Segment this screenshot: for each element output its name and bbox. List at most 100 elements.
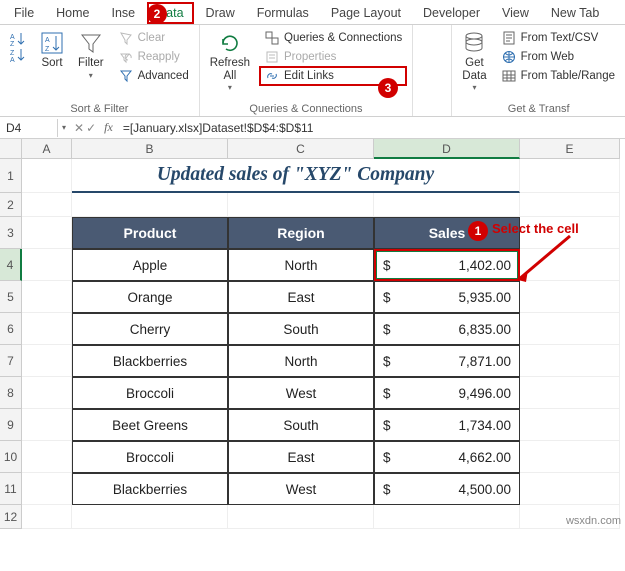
row-header-8[interactable]: 8	[0, 377, 22, 409]
cell-product[interactable]: Broccoli	[72, 441, 228, 473]
cell-C2[interactable]	[228, 193, 374, 217]
cell-E8[interactable]	[520, 377, 620, 409]
from-text-button[interactable]: From Text/CSV	[497, 29, 619, 47]
cell-C12[interactable]	[228, 505, 374, 529]
select-all-corner[interactable]	[0, 139, 22, 159]
cell-A7[interactable]	[22, 345, 72, 377]
header-region[interactable]: Region	[228, 217, 374, 249]
cell-E6[interactable]	[520, 313, 620, 345]
from-web-button[interactable]: From Web	[497, 48, 619, 66]
sort-button[interactable]: AZ Sort	[36, 29, 68, 72]
from-table-button[interactable]: From Table/Range	[497, 67, 619, 85]
tab-view[interactable]: View	[492, 2, 539, 24]
cell-product[interactable]: Apple	[72, 249, 228, 281]
col-header-B[interactable]: B	[72, 139, 228, 159]
cell-sales[interactable]: $6,835.00	[374, 313, 520, 345]
row-header-12[interactable]: 12	[0, 505, 22, 529]
row-header-3[interactable]: 3	[0, 217, 22, 249]
tab-home[interactable]: Home	[46, 2, 99, 24]
cell-B2[interactable]	[72, 193, 228, 217]
cell-A5[interactable]	[22, 281, 72, 313]
cell-A10[interactable]	[22, 441, 72, 473]
cell-E1[interactable]	[520, 159, 620, 193]
cell-E11[interactable]	[520, 473, 620, 505]
col-header-D[interactable]: D	[374, 139, 520, 159]
cell-A12[interactable]	[22, 505, 72, 529]
filter-button[interactable]: Filter ▾	[74, 29, 108, 82]
header-product[interactable]: Product	[72, 217, 228, 249]
row-header-6[interactable]: 6	[0, 313, 22, 345]
cell-E2[interactable]	[520, 193, 620, 217]
cell-A11[interactable]	[22, 473, 72, 505]
cell-A4[interactable]	[22, 249, 72, 281]
cell-region[interactable]: North	[228, 345, 374, 377]
queries-connections-button[interactable]: Queries & Connections	[260, 29, 406, 47]
cell-E9[interactable]	[520, 409, 620, 441]
sales-value: 6,835.00	[393, 322, 511, 337]
currency-symbol: $	[383, 450, 393, 465]
cell-region[interactable]: South	[228, 409, 374, 441]
cell-product[interactable]: Blackberries	[72, 345, 228, 377]
row-header-1[interactable]: 1	[0, 159, 22, 193]
cell-A8[interactable]	[22, 377, 72, 409]
cell-sales[interactable]: $5,935.00	[374, 281, 520, 313]
cell-sales[interactable]: $1,734.00	[374, 409, 520, 441]
cell-D12[interactable]	[374, 505, 520, 529]
tab-formulas[interactable]: Formulas	[247, 2, 319, 24]
col-header-A[interactable]: A	[22, 139, 72, 159]
tab-developer[interactable]: Developer	[413, 2, 490, 24]
cell-A3[interactable]	[22, 217, 72, 249]
cell-B12[interactable]	[72, 505, 228, 529]
cell-sales[interactable]: $4,662.00	[374, 441, 520, 473]
cell-region[interactable]: West	[228, 473, 374, 505]
funnel-icon	[79, 31, 103, 55]
cell-sales[interactable]: $7,871.00	[374, 345, 520, 377]
tab-draw[interactable]: Draw	[196, 2, 245, 24]
cell-region[interactable]: North	[228, 249, 374, 281]
row-header-4[interactable]: 4	[0, 249, 22, 281]
clear-label: Clear	[138, 32, 165, 44]
cell-D2[interactable]	[374, 193, 520, 217]
cell-A2[interactable]	[22, 193, 72, 217]
cell-E7[interactable]	[520, 345, 620, 377]
row-header-5[interactable]: 5	[0, 281, 22, 313]
cell-region[interactable]: East	[228, 281, 374, 313]
formula-input[interactable]: =[January.xlsx]Dataset!$D$4:$D$11	[117, 119, 625, 137]
clear-button: Clear	[114, 29, 193, 47]
refresh-all-button[interactable]: Refresh All ▾	[206, 29, 254, 95]
row-header-9[interactable]: 9	[0, 409, 22, 441]
cell-product[interactable]: Broccoli	[72, 377, 228, 409]
cell-product[interactable]: Blackberries	[72, 473, 228, 505]
col-header-E[interactable]: E	[520, 139, 620, 159]
cell-sales[interactable]: $4,500.00	[374, 473, 520, 505]
fx-icon[interactable]: fx	[100, 120, 117, 135]
cell-sales[interactable]: $1,402.00	[374, 249, 520, 281]
row-header-2[interactable]: 2	[0, 193, 22, 217]
cell-A6[interactable]	[22, 313, 72, 345]
tab-page-layout[interactable]: Page Layout	[321, 2, 411, 24]
tab-newtab[interactable]: New Tab	[541, 2, 609, 24]
cell-product[interactable]: Cherry	[72, 313, 228, 345]
namebox-dropdown-icon[interactable]: ▾	[58, 123, 70, 132]
sort-az-button[interactable]: AZ ZA	[6, 29, 30, 65]
title-cell[interactable]: Updated sales of "XYZ" Company	[72, 159, 520, 193]
row-header-7[interactable]: 7	[0, 345, 22, 377]
cell-region[interactable]: South	[228, 313, 374, 345]
cell-product[interactable]: Beet Greens	[72, 409, 228, 441]
cell-A1[interactable]	[22, 159, 72, 193]
tab-insert[interactable]: Inse	[102, 2, 146, 24]
col-header-C[interactable]: C	[228, 139, 374, 159]
tab-file[interactable]: File	[4, 2, 44, 24]
cell-sales[interactable]: $9,496.00	[374, 377, 520, 409]
row-header-11[interactable]: 11	[0, 473, 22, 505]
row-header-10[interactable]: 10	[0, 441, 22, 473]
cell-region[interactable]: East	[228, 441, 374, 473]
formula-bar: D4 ▾ ✕ ✓ fx =[January.xlsx]Dataset!$D$4:…	[0, 117, 625, 139]
name-box[interactable]: D4	[0, 119, 58, 137]
cell-A9[interactable]	[22, 409, 72, 441]
cell-E10[interactable]	[520, 441, 620, 473]
cell-product[interactable]: Orange	[72, 281, 228, 313]
get-data-button[interactable]: Get Data ▾	[458, 29, 490, 95]
advanced-button[interactable]: Advanced	[114, 67, 193, 85]
cell-region[interactable]: West	[228, 377, 374, 409]
